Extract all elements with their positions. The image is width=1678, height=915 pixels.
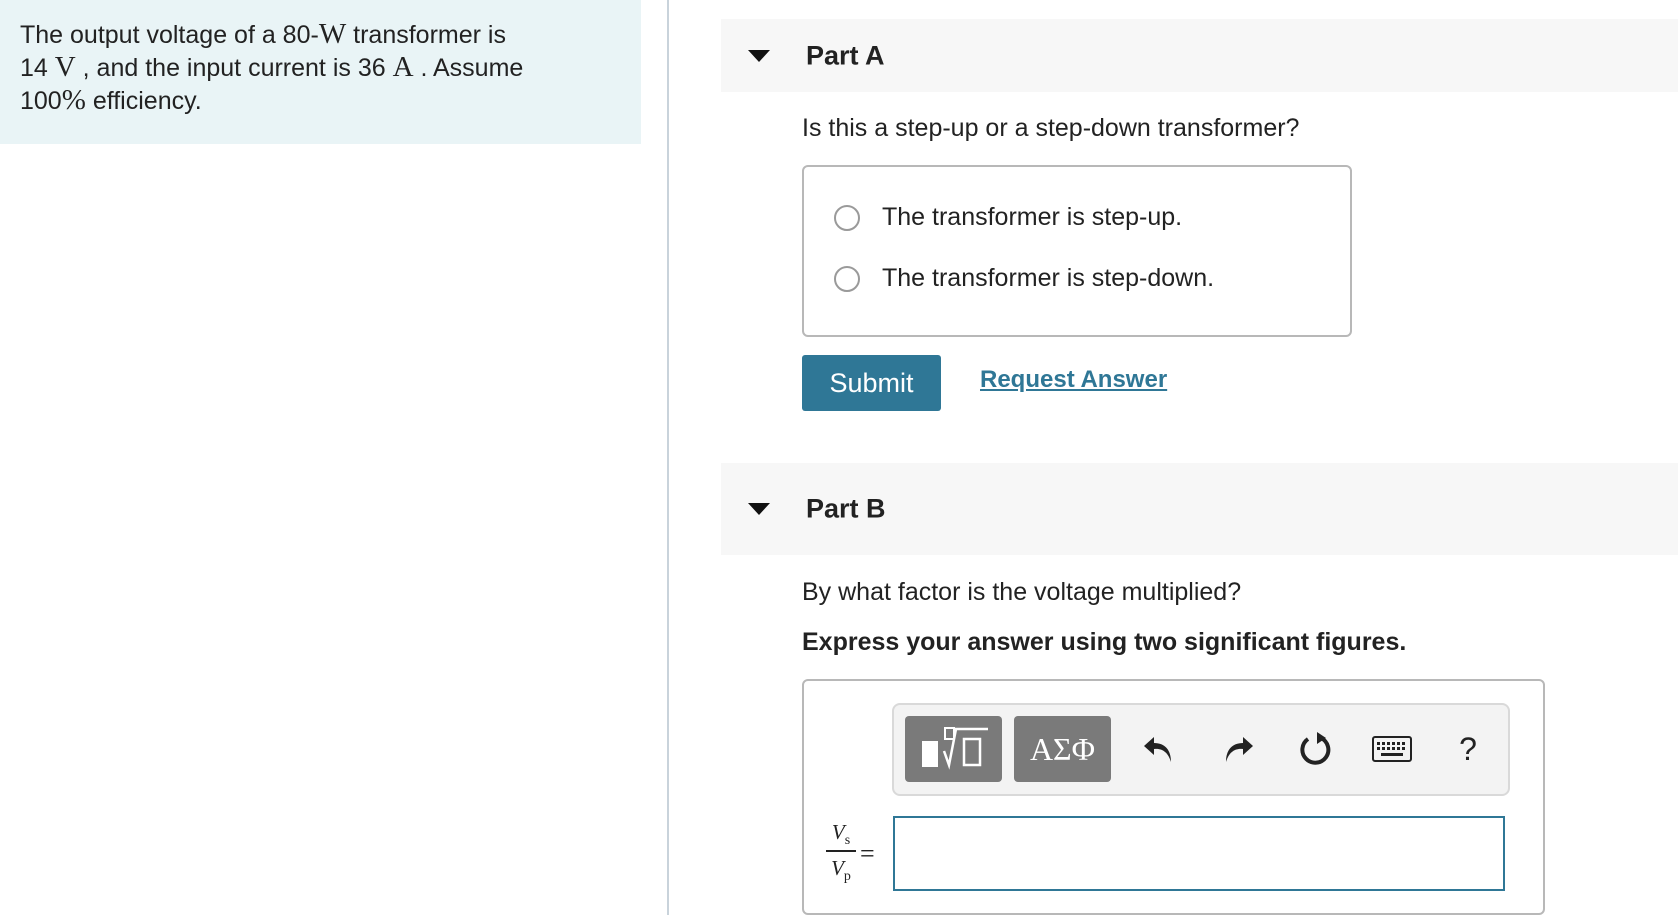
redo-icon bbox=[1226, 737, 1253, 762]
choice-label[interactable]: The transformer is step-up. bbox=[882, 203, 1182, 232]
page: The output voltage of a 80-W transformer… bbox=[0, 0, 1678, 915]
answer-input[interactable] bbox=[893, 816, 1505, 891]
unit-watt: W bbox=[318, 18, 347, 50]
problem-text: 14 bbox=[20, 54, 55, 82]
subscript-s: s bbox=[844, 833, 851, 849]
problem-text: 100 bbox=[20, 87, 62, 115]
templates-icon bbox=[921, 727, 988, 770]
fraction-numerator: Vs bbox=[824, 820, 858, 849]
submit-button[interactable]: Submit bbox=[802, 355, 941, 411]
problem-text: The output voltage of a 80- bbox=[20, 21, 319, 49]
problem-line-1: The output voltage of a 80-W transformer… bbox=[20, 18, 621, 51]
part-a-question: Is this a step-up or a step-down transfo… bbox=[802, 114, 1300, 142]
collapse-arrow-icon[interactable] bbox=[748, 503, 770, 515]
problem-text: , and the input current is 36 bbox=[75, 54, 393, 82]
part-a-header[interactable]: Part A bbox=[721, 19, 1678, 92]
part-b-question: By what factor is the voltage multiplied… bbox=[802, 578, 1242, 606]
greek-symbols-button[interactable]: ΑΣΦ bbox=[1014, 716, 1111, 782]
choice-label[interactable]: The transformer is step-down. bbox=[882, 264, 1214, 293]
symbol-v: V bbox=[831, 820, 845, 844]
symbol-v: V bbox=[831, 856, 844, 880]
choice-group: The transformer is step-up. The transfor… bbox=[802, 165, 1352, 337]
part-b-title: Part B bbox=[806, 493, 886, 524]
part-b-instruction: Express your answer using two significan… bbox=[802, 628, 1407, 656]
radio-button[interactable] bbox=[834, 265, 860, 292]
equals-sign: = bbox=[860, 839, 875, 868]
request-answer-link[interactable]: Request Answer bbox=[980, 366, 1167, 394]
unit-volt: V bbox=[54, 51, 76, 83]
math-toolbar: ΑΣΦ ? bbox=[892, 703, 1510, 796]
problem-text: . Assume bbox=[413, 54, 524, 82]
unit-ampere: A bbox=[392, 51, 414, 83]
variable-fraction: Vs Vp bbox=[824, 820, 858, 885]
fraction-bar bbox=[826, 850, 856, 852]
subscript-p: p bbox=[843, 869, 851, 885]
collapse-arrow-icon[interactable] bbox=[748, 49, 770, 62]
radio-button[interactable] bbox=[834, 204, 860, 231]
problem-text: efficiency. bbox=[85, 87, 202, 115]
choice-step-up[interactable]: The transformer is step-up. bbox=[834, 203, 1182, 232]
reset-icon bbox=[1300, 732, 1331, 765]
undo-icon[interactable] bbox=[1137, 727, 1181, 771]
part-b-header[interactable]: Part B bbox=[721, 463, 1678, 555]
problem-line-3: 100% efficiency. bbox=[20, 84, 621, 117]
part-a-title: Part A bbox=[806, 40, 885, 70]
keyboard-icon[interactable] bbox=[1370, 727, 1414, 771]
templates-button[interactable] bbox=[905, 716, 1002, 782]
column-divider bbox=[667, 0, 669, 915]
reset-icon[interactable] bbox=[1294, 727, 1338, 771]
help-button[interactable]: ? bbox=[1446, 727, 1490, 771]
problem-line-2: 14 V , and the input current is 36 A . A… bbox=[20, 51, 621, 84]
problem-statement: The output voltage of a 80-W transformer… bbox=[0, 0, 641, 144]
keyboard-icon bbox=[1372, 736, 1412, 762]
undo-icon bbox=[1144, 737, 1171, 762]
problem-text: transformer is bbox=[346, 21, 506, 49]
choice-step-down[interactable]: The transformer is step-down. bbox=[834, 264, 1214, 293]
percent-sign: % bbox=[61, 84, 86, 116]
redo-icon[interactable] bbox=[1216, 727, 1260, 771]
fraction-denominator: Vp bbox=[824, 856, 858, 885]
